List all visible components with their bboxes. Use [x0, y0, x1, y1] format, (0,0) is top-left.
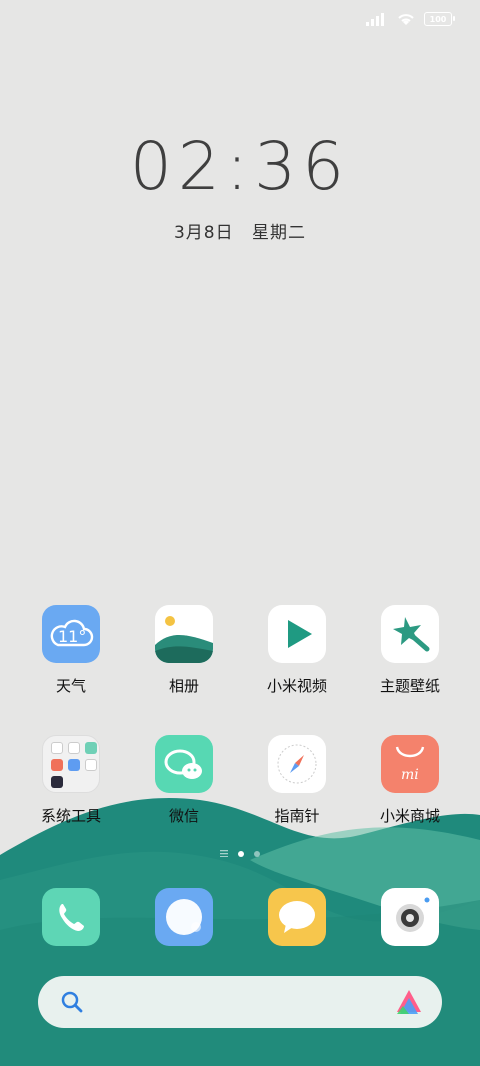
app-label-compass: 指南针	[274, 807, 320, 825]
search-icon	[61, 991, 83, 1013]
shopping-bag-icon: mi	[381, 735, 439, 793]
play-icon	[268, 605, 326, 663]
page-indicator[interactable]	[0, 850, 480, 857]
battery-level: 100	[429, 14, 447, 24]
cell-signal-icon	[366, 13, 384, 26]
dock-phone[interactable]	[16, 888, 126, 946]
app-label-wechat: 微信	[168, 807, 199, 825]
date-text: 3月8日	[173, 223, 234, 243]
weather-icon: 11°	[42, 605, 100, 663]
search-bar[interactable]	[38, 976, 442, 1028]
lockscreen-clock: 02:36	[129, 128, 351, 205]
app-gallery[interactable]: 相册	[129, 605, 239, 696]
app-themes[interactable]: 主题壁纸	[355, 605, 465, 696]
weekday-text: 星期二	[252, 223, 307, 243]
svg-text:mi: mi	[401, 767, 419, 783]
app-mi-store[interactable]: mi 小米商城	[355, 735, 465, 826]
status-bar: 100	[366, 12, 455, 26]
assistant-logo-icon[interactable]	[394, 988, 424, 1016]
app-weather[interactable]: 11° 天气	[16, 605, 126, 696]
gallery-icon	[155, 605, 213, 663]
app-label-mi-store: 小米商城	[379, 807, 440, 825]
wifi-icon	[398, 14, 414, 25]
app-label-gallery: 相册	[168, 677, 199, 695]
weather-temp: 11°	[58, 627, 87, 646]
app-label-themes: 主题壁纸	[379, 677, 440, 695]
messages-icon	[268, 888, 326, 946]
app-label-folder-tools: 系统工具	[40, 807, 101, 825]
themes-icon	[381, 605, 439, 663]
chat-bubble-icon	[155, 735, 213, 793]
folder-icon	[42, 735, 100, 793]
page-dot-active	[238, 850, 244, 857]
page-dot	[254, 850, 260, 857]
app-mi-video[interactable]: 小米视频	[242, 605, 352, 696]
app-label-weather: 天气	[55, 677, 86, 695]
browser-icon	[155, 888, 213, 946]
dock-camera[interactable]	[355, 888, 465, 946]
app-label-mi-video: 小米视频	[266, 677, 327, 695]
dock-messages[interactable]	[242, 888, 352, 946]
app-compass[interactable]: 指南针	[242, 735, 352, 826]
app-wechat[interactable]: 微信	[129, 735, 239, 826]
lockscreen-date: 3月8日 星期二	[0, 218, 480, 243]
dock-browser[interactable]	[129, 888, 239, 946]
camera-icon	[381, 888, 439, 946]
phone-icon	[42, 888, 100, 946]
battery-icon: 100	[424, 12, 455, 26]
menu-lines-icon	[220, 850, 228, 857]
app-folder-tools[interactable]: 系统工具	[16, 735, 126, 826]
compass-icon	[268, 735, 326, 793]
